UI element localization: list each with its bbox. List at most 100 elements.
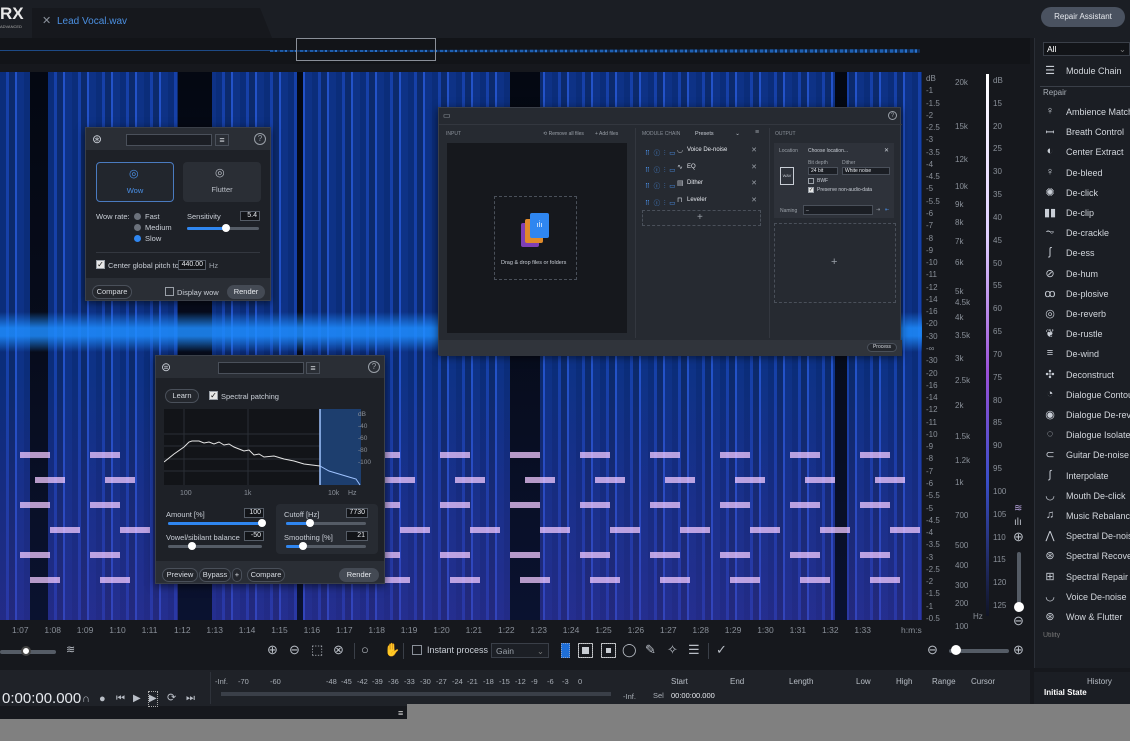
balance-value[interactable]: -50 (244, 531, 264, 541)
chain-module-item[interactable]: ⠿ ⓘ ⫶ ▭ ◡ Voice De-noise ✕ (641, 144, 760, 158)
gain-envelope-icon[interactable]: ✓ (716, 643, 727, 657)
magic-wand-icon[interactable]: ✧ (667, 643, 678, 657)
module-item[interactable]: ⋀ Spectral De-noise (1042, 528, 1130, 546)
chain-item-controls-icon[interactable]: ⠿ ⓘ ⫶ ▭ (645, 147, 676, 158)
play-icon[interactable]: ▶ (133, 692, 141, 706)
preset-menu-button[interactable]: ≡ (306, 362, 320, 374)
brush-tool-icon[interactable]: ✎ (645, 643, 656, 657)
module-item[interactable]: ⏦ De-crackle (1042, 225, 1130, 243)
overview-view-selection[interactable] (296, 38, 436, 61)
balance-slider[interactable] (168, 545, 262, 548)
hand-icon[interactable]: ✋ (384, 643, 400, 657)
chain-module-item[interactable]: ⠿ ⓘ ⫶ ▭ ⊓ Leveler ✕ (641, 193, 760, 208)
module-item[interactable]: ❦ De-rustle (1042, 326, 1130, 344)
module-item[interactable]: ⊂ Guitar De-noise (1042, 447, 1130, 465)
smoothing-value[interactable]: 21 (346, 531, 368, 541)
time-zoom-knob[interactable] (951, 645, 961, 655)
chain-menu-icon[interactable]: ≡ (755, 129, 759, 136)
bypass-button[interactable]: Bypass (199, 568, 231, 582)
chain-module-item[interactable]: ⠿ ⓘ ⫶ ▭ ∿ EQ ✕ (641, 160, 760, 175)
close-tab-icon[interactable]: ✕ (42, 14, 51, 27)
module-item[interactable]: ⊞ Spectral Repair (1042, 569, 1130, 587)
sensitivity-knob[interactable] (221, 224, 230, 232)
process-button[interactable]: Process (867, 343, 897, 352)
module-item[interactable]: ⊛ Wow & Flutter (1042, 609, 1130, 627)
spectrogram-view-icon[interactable]: ≋ (1014, 502, 1022, 516)
amount-knob[interactable] (258, 519, 266, 527)
record-icon[interactable]: ● (99, 692, 106, 706)
file-tab[interactable]: ✕ Lead Vocal.wav (32, 8, 272, 38)
zoom-in-vertical-icon[interactable]: ⊕ (1013, 530, 1024, 544)
module-item[interactable]: ∫ Interpolate (1042, 468, 1130, 486)
presets-select[interactable]: Presets ⌄ (695, 131, 740, 137)
zoom-out-time-icon[interactable]: ⊖ (927, 643, 938, 657)
display-wow-checkbox[interactable] (165, 287, 174, 296)
zoom-in-icon[interactable]: ⊕ (267, 643, 278, 657)
sensitivity-value[interactable]: 5.4 (240, 211, 260, 221)
remove-module-icon[interactable]: ✕ (751, 146, 757, 154)
rate-slow-radio[interactable] (134, 235, 141, 242)
chain-module-item[interactable]: ⠿ ⓘ ⫶ ▭ ▤ Dither ✕ (641, 177, 760, 191)
preset-select[interactable] (126, 134, 212, 146)
naming-field[interactable]: _ (803, 205, 873, 215)
location-field[interactable]: Choose location... (808, 148, 848, 154)
frequency-selection-tool[interactable] (601, 643, 616, 658)
instant-process-mode-select[interactable]: Gain ⌄ (491, 643, 549, 658)
magnify-icon[interactable]: ○ (361, 643, 369, 657)
module-item[interactable]: ✣ Deconstruct (1042, 367, 1130, 385)
amount-value[interactable]: 100 (244, 508, 264, 518)
module-item[interactable]: ✺ De-click (1042, 185, 1130, 203)
wow-mode-button[interactable]: ◎ Wow (96, 162, 174, 202)
lasso-tool-icon[interactable]: ◯ (622, 643, 637, 657)
module-item[interactable]: ◌ Dialogue Isolate (1042, 427, 1130, 445)
smoothing-knob[interactable] (298, 542, 307, 550)
vertical-zoom-slider[interactable] (1017, 552, 1021, 607)
output-add-zone[interactable]: + (774, 223, 896, 303)
center-pitch-checkbox[interactable]: ✓ (96, 260, 105, 269)
bit-depth-select[interactable]: 24 bit (808, 167, 838, 175)
zoom-in-time-icon[interactable]: ⊕ (1013, 643, 1024, 657)
repair-assistant-button[interactable]: Repair Assistant (1041, 7, 1125, 27)
resize-handle-icon[interactable]: ≡ (398, 708, 403, 718)
module-item[interactable]: ≡ De-wind (1042, 346, 1130, 364)
remove-module-icon[interactable]: ✕ (751, 179, 757, 187)
history-item[interactable]: Initial State (1044, 688, 1087, 697)
vertical-zoom-knob[interactable] (1014, 602, 1024, 612)
module-item[interactable]: ◉ Dialogue De-reverb (1042, 407, 1130, 425)
center-pitch-value[interactable]: 440.00 (178, 260, 206, 270)
rate-fast-radio[interactable] (134, 213, 141, 220)
bwf-checkbox[interactable] (808, 178, 814, 184)
module-item[interactable]: ◡ Voice De-noise (1042, 589, 1130, 607)
balance-knob[interactable] (187, 542, 196, 550)
module-item[interactable]: ◐ Center Extract (1042, 144, 1130, 162)
chain-item-controls-icon[interactable]: ⠿ ⓘ ⫶ ▭ (645, 180, 676, 191)
harmonic-selection-icon[interactable]: ☰ (688, 643, 700, 657)
spectrum-graph[interactable]: 100 1k 10k Hz (164, 409, 376, 499)
add-module-slot[interactable]: + (642, 210, 761, 226)
preset-menu-button[interactable]: ≡ (215, 134, 229, 146)
module-item[interactable]: ◎ De-reverb (1042, 306, 1130, 324)
skip-back-icon[interactable]: ⏮ (116, 692, 125, 706)
module-item[interactable]: ꝏ De-plosive (1042, 286, 1130, 304)
module-item[interactable]: ◡ Mouth De-click (1042, 488, 1130, 506)
bypass-plus-button[interactable]: + (232, 568, 242, 582)
compare-button[interactable]: Compare (247, 568, 285, 582)
module-item[interactable]: ◔ Dialogue Contour (1042, 387, 1130, 405)
play-to-end-icon[interactable]: ⏭ (186, 692, 195, 706)
naming-suffix-icon[interactable]: ⇤ (885, 207, 889, 213)
remove-all-files-button[interactable]: ⟲ Remove all files (543, 131, 584, 137)
module-item[interactable]: ʃ De-ess (1042, 245, 1130, 263)
spectrogram-toggle-icon[interactable]: ≋ (66, 643, 75, 657)
time-frequency-selection-tool[interactable] (578, 643, 593, 658)
zoom-selection-icon[interactable]: ⬚ (311, 643, 323, 657)
learn-button[interactable]: Learn (165, 389, 199, 403)
module-item[interactable]: ♀ De-bleed (1042, 165, 1130, 183)
cutoff-knob[interactable] (306, 519, 314, 527)
compare-button[interactable]: Compare (92, 285, 132, 299)
zoom-out-vertical-icon[interactable]: ⊖ (1013, 614, 1024, 628)
chain-item-controls-icon[interactable]: ⠿ ⓘ ⫶ ▭ (645, 164, 676, 175)
preserve-checkbox[interactable]: ✓ (808, 187, 814, 193)
zoom-out-icon[interactable]: ⊖ (289, 643, 300, 657)
module-item[interactable]: ⊛ Spectral Recovery (1042, 548, 1130, 566)
spectral-patching-checkbox[interactable]: ✓ (209, 391, 218, 400)
